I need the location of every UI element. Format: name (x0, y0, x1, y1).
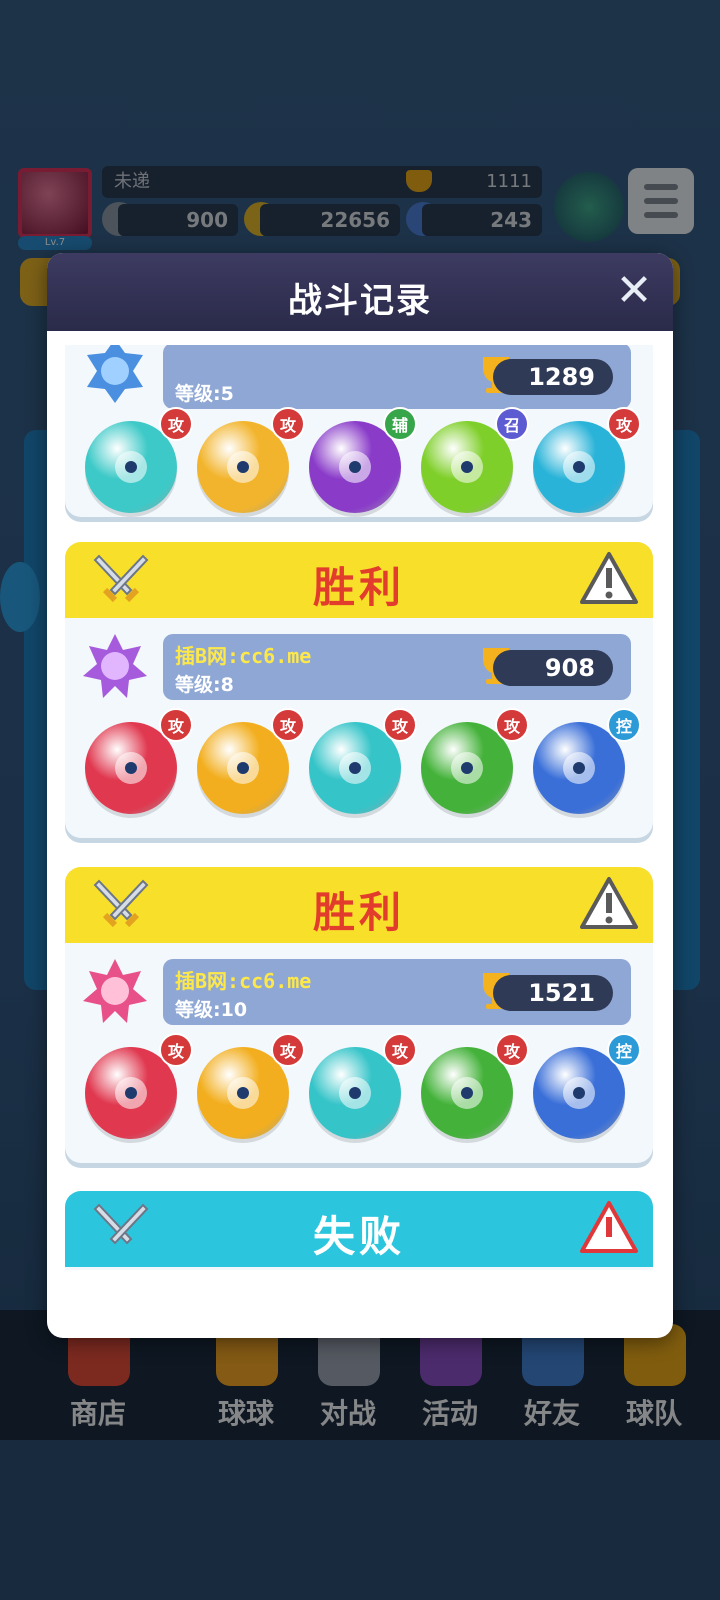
nav-label: 对战 (319, 1397, 376, 1430)
player-name: 未递 (114, 171, 150, 192)
ball-role-badge: 攻 (271, 407, 305, 441)
ball-lineup: 攻攻攻攻控 (65, 1033, 653, 1147)
rank-emblem-icon[interactable] (554, 172, 624, 242)
nav-label: 球球 (217, 1397, 274, 1430)
ball-role-badge: 辅 (383, 407, 417, 441)
report-warning-icon[interactable] (579, 550, 639, 606)
battle-record[interactable]: 胜利 插B网:cc6.me 等级:8 908 攻 攻 攻 攻 控 (65, 542, 653, 838)
ball-role-badge: 攻 (271, 1033, 305, 1067)
opponent-info: 插B网:cc6.me 等级:8 908 (163, 634, 631, 700)
opponent-level: 等级:10 (175, 999, 248, 1021)
battle-record-modal: 战斗记录 ✕ 等级:5 1289 攻攻辅召攻 胜利 插B网:cc6.me 等级:… (47, 253, 673, 1338)
player-namebar: 未递 1111 (102, 166, 542, 198)
ball-role-badge: 召 (495, 407, 529, 441)
report-warning-icon[interactable] (579, 1199, 639, 1255)
player-topbar: Lv.7 未递 1111 900 22656 243 (14, 166, 704, 256)
opponent-name: 插B网:cc6.me (175, 644, 312, 668)
opponent-level: 等级:8 (175, 674, 234, 696)
close-button[interactable]: ✕ (613, 269, 655, 313)
ball-role-badge: 控 (607, 1033, 641, 1067)
opponent-level: 等级:5 (175, 383, 234, 405)
menu-button[interactable] (628, 168, 694, 234)
rank-badge-icon (87, 345, 143, 403)
rank-badge-icon (83, 634, 147, 698)
nav-label: 球队 (625, 1397, 682, 1430)
bottom-area (0, 1440, 720, 1600)
opponent-info: 插B网:cc6.me 等级:10 1521 (163, 959, 631, 1025)
player-avatar[interactable] (18, 168, 92, 238)
opponent-trophies: 1289 (493, 359, 613, 395)
coin-value: 22656 (260, 204, 400, 236)
player-trophies: 1111 (486, 171, 532, 192)
battle-record[interactable]: 胜利 插B网:cc6.me 等级:10 1521 攻 攻 攻 攻 控 (65, 867, 653, 1163)
nav-label: 好友 (523, 1397, 580, 1430)
battle-result: 失败 (312, 1212, 405, 1261)
battle-record: 等级:5 1289 攻 攻 辅 召 攻 (65, 345, 653, 517)
ball-role-badge: 攻 (159, 1033, 193, 1067)
ball-role-badge: 攻 (495, 708, 529, 742)
opponent-name: 插B网:cc6.me (175, 969, 312, 993)
battle-record[interactable]: 失败 (65, 1191, 653, 1270)
opponent-info: 等级:5 1289 (163, 345, 631, 409)
ball-role-badge: 攻 (383, 708, 417, 742)
opponent-trophies: 908 (493, 650, 613, 686)
energy-value: 900 (118, 204, 238, 236)
modal-header: 战斗记录 ✕ (47, 253, 673, 331)
ball-role-badge: 控 (607, 708, 641, 742)
ball-role-badge: 攻 (159, 407, 193, 441)
nav-label: 商店 (69, 1397, 126, 1430)
side-float-icon[interactable] (0, 562, 40, 632)
rank-badge-icon (83, 959, 147, 1023)
battle-result: 胜利 (312, 563, 405, 612)
ball-role-badge: 攻 (271, 708, 305, 742)
ball-role-badge: 攻 (383, 1033, 417, 1067)
ball-role-badge: 攻 (159, 708, 193, 742)
record-header: 胜利 (65, 867, 653, 943)
record-list[interactable]: 等级:5 1289 攻攻辅召攻 胜利 插B网:cc6.me 等级:8 908 攻… (47, 345, 673, 1270)
gem-value: 243 (422, 204, 542, 236)
record-header: 失败 (65, 1191, 653, 1267)
ball-role-badge: 攻 (495, 1033, 529, 1067)
player-level: Lv.7 (18, 236, 92, 250)
nav-label: 活动 (421, 1397, 478, 1430)
ball-lineup: 攻攻辅召攻 (65, 407, 653, 517)
battle-result: 胜利 (312, 888, 405, 937)
report-warning-icon[interactable] (579, 875, 639, 931)
ball-role-badge: 攻 (607, 407, 641, 441)
opponent-trophies: 1521 (493, 975, 613, 1011)
record-header: 胜利 (65, 542, 653, 618)
ball-lineup: 攻攻攻攻控 (65, 708, 653, 822)
modal-title: 战斗记录 (288, 281, 432, 321)
trophy-icon (406, 170, 432, 192)
